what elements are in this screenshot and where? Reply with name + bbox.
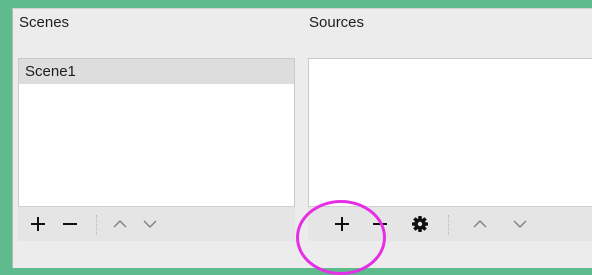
scene-list-item[interactable]: Scene1 <box>19 59 294 84</box>
scenes-list[interactable]: Scene1 <box>18 58 295 208</box>
scenes-toolbar <box>18 206 295 241</box>
scenes-title: Scenes <box>19 14 70 31</box>
move-source-up-button[interactable] <box>466 207 494 241</box>
plus-icon <box>335 217 349 231</box>
toolbar-separator <box>448 215 449 235</box>
chevron-down-icon <box>513 220 527 228</box>
remove-scene-button[interactable] <box>56 207 84 241</box>
add-scene-button[interactable] <box>24 207 52 241</box>
sources-title: Sources <box>309 14 365 31</box>
remove-source-button[interactable] <box>366 207 394 241</box>
move-scene-down-button[interactable] <box>136 207 164 241</box>
add-source-button[interactable] <box>328 207 356 241</box>
minus-icon <box>373 223 387 225</box>
move-source-down-button[interactable] <box>506 207 534 241</box>
chevron-down-icon <box>143 220 157 228</box>
source-properties-button[interactable] <box>406 207 434 241</box>
sources-toolbar <box>308 206 592 241</box>
minus-icon <box>63 223 77 225</box>
chevron-up-icon <box>473 220 487 228</box>
plus-icon <box>31 217 45 231</box>
toolbar-separator <box>96 215 97 235</box>
chevron-up-icon <box>113 220 127 228</box>
sources-list[interactable] <box>308 58 592 208</box>
gear-icon <box>412 216 428 232</box>
move-scene-up-button[interactable] <box>106 207 134 241</box>
